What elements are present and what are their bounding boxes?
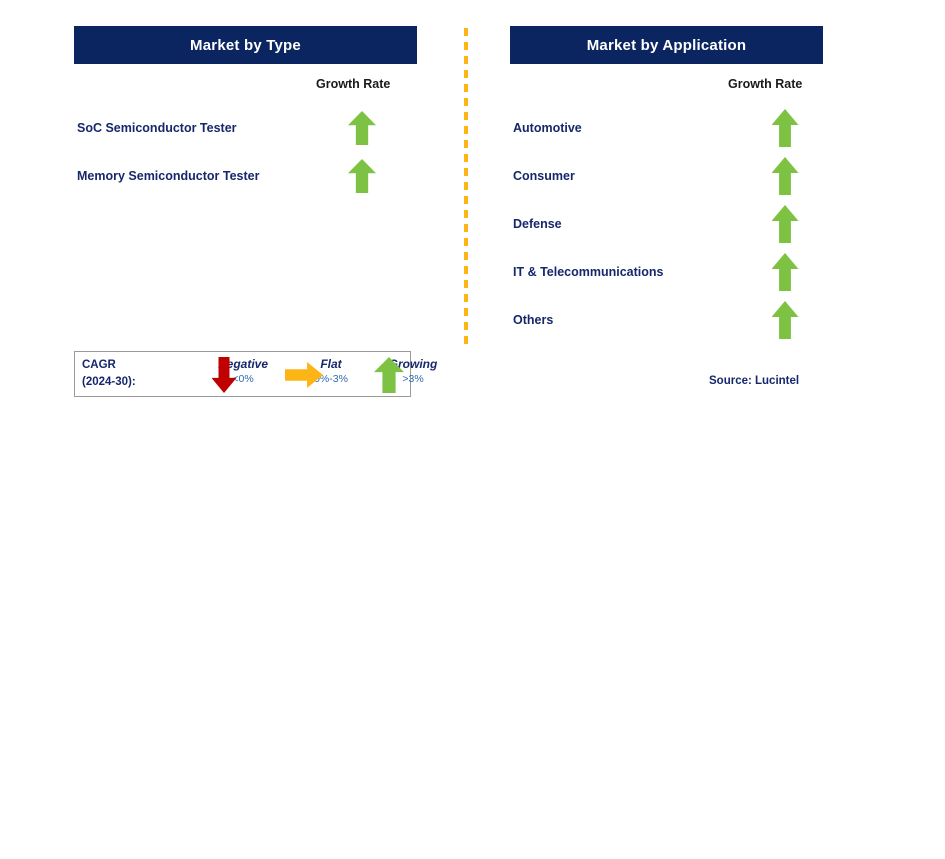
growth-rate-indicator <box>765 301 805 339</box>
list-item-label: Memory Semiconductor Tester <box>77 169 260 183</box>
arrow-up-icon <box>771 301 799 339</box>
legend-negative-indicator <box>211 356 237 394</box>
market-by-type-header-title: Market by Type <box>190 36 301 54</box>
legend-title-line1: CAGR <box>82 359 116 371</box>
arrow-down-icon <box>211 357 237 393</box>
application-growth-rate-label: Growth Rate <box>728 77 803 91</box>
list-item: Others <box>510 296 823 344</box>
list-item-label: Automotive <box>513 121 582 135</box>
market-by-type-list: SoC Semiconductor Tester Memory Semicond… <box>74 104 417 200</box>
type-growth-rate-label: Growth Rate <box>316 77 391 91</box>
list-item: Automotive <box>510 104 823 152</box>
arrow-up-icon <box>348 159 376 193</box>
arrow-up-icon <box>771 157 799 195</box>
market-by-application-list: Automotive Consumer Defense IT & Telecom… <box>510 104 823 344</box>
list-item: SoC Semiconductor Tester <box>74 104 417 152</box>
arrow-up-icon <box>374 357 404 393</box>
list-item-label: Others <box>513 313 554 327</box>
list-item-label: Consumer <box>513 169 575 183</box>
legend-title: CAGR (2024-30): <box>82 357 136 391</box>
market-by-application-header: Market by Application <box>510 26 823 64</box>
growth-rate-indicator <box>765 157 805 195</box>
source-attribution: Source: Lucintel <box>709 375 800 387</box>
list-item-label: Defense <box>513 217 562 231</box>
growth-rate-indicator <box>342 111 382 145</box>
legend-title-line2: (2024-30): <box>82 376 136 388</box>
growth-rate-indicator <box>342 159 382 193</box>
market-by-type-header: Market by Type <box>74 26 417 64</box>
arrow-up-icon <box>771 109 799 147</box>
panel-divider <box>464 28 468 345</box>
list-item: Consumer <box>510 152 823 200</box>
market-by-application-header-title: Market by Application <box>586 36 747 54</box>
arrow-right-icon <box>285 362 323 388</box>
arrow-up-icon <box>771 253 799 291</box>
list-item-label: SoC Semiconductor Tester <box>77 121 237 135</box>
legend-growing-indicator <box>374 355 404 395</box>
cagr-legend: CAGR (2024-30): Negative <0% Flat 0%-3% … <box>74 351 437 397</box>
list-item: Memory Semiconductor Tester <box>74 152 417 200</box>
growth-rate-indicator <box>765 109 805 147</box>
growth-rate-indicator <box>765 205 805 243</box>
arrow-up-icon <box>771 205 799 243</box>
arrow-up-icon <box>348 111 376 145</box>
growth-rate-indicator <box>765 253 805 291</box>
list-item: IT & Telecommunications <box>510 248 823 296</box>
legend-flat-indicator <box>284 362 324 388</box>
list-item-label: IT & Telecommunications <box>513 265 664 279</box>
list-item: Defense <box>510 200 823 248</box>
